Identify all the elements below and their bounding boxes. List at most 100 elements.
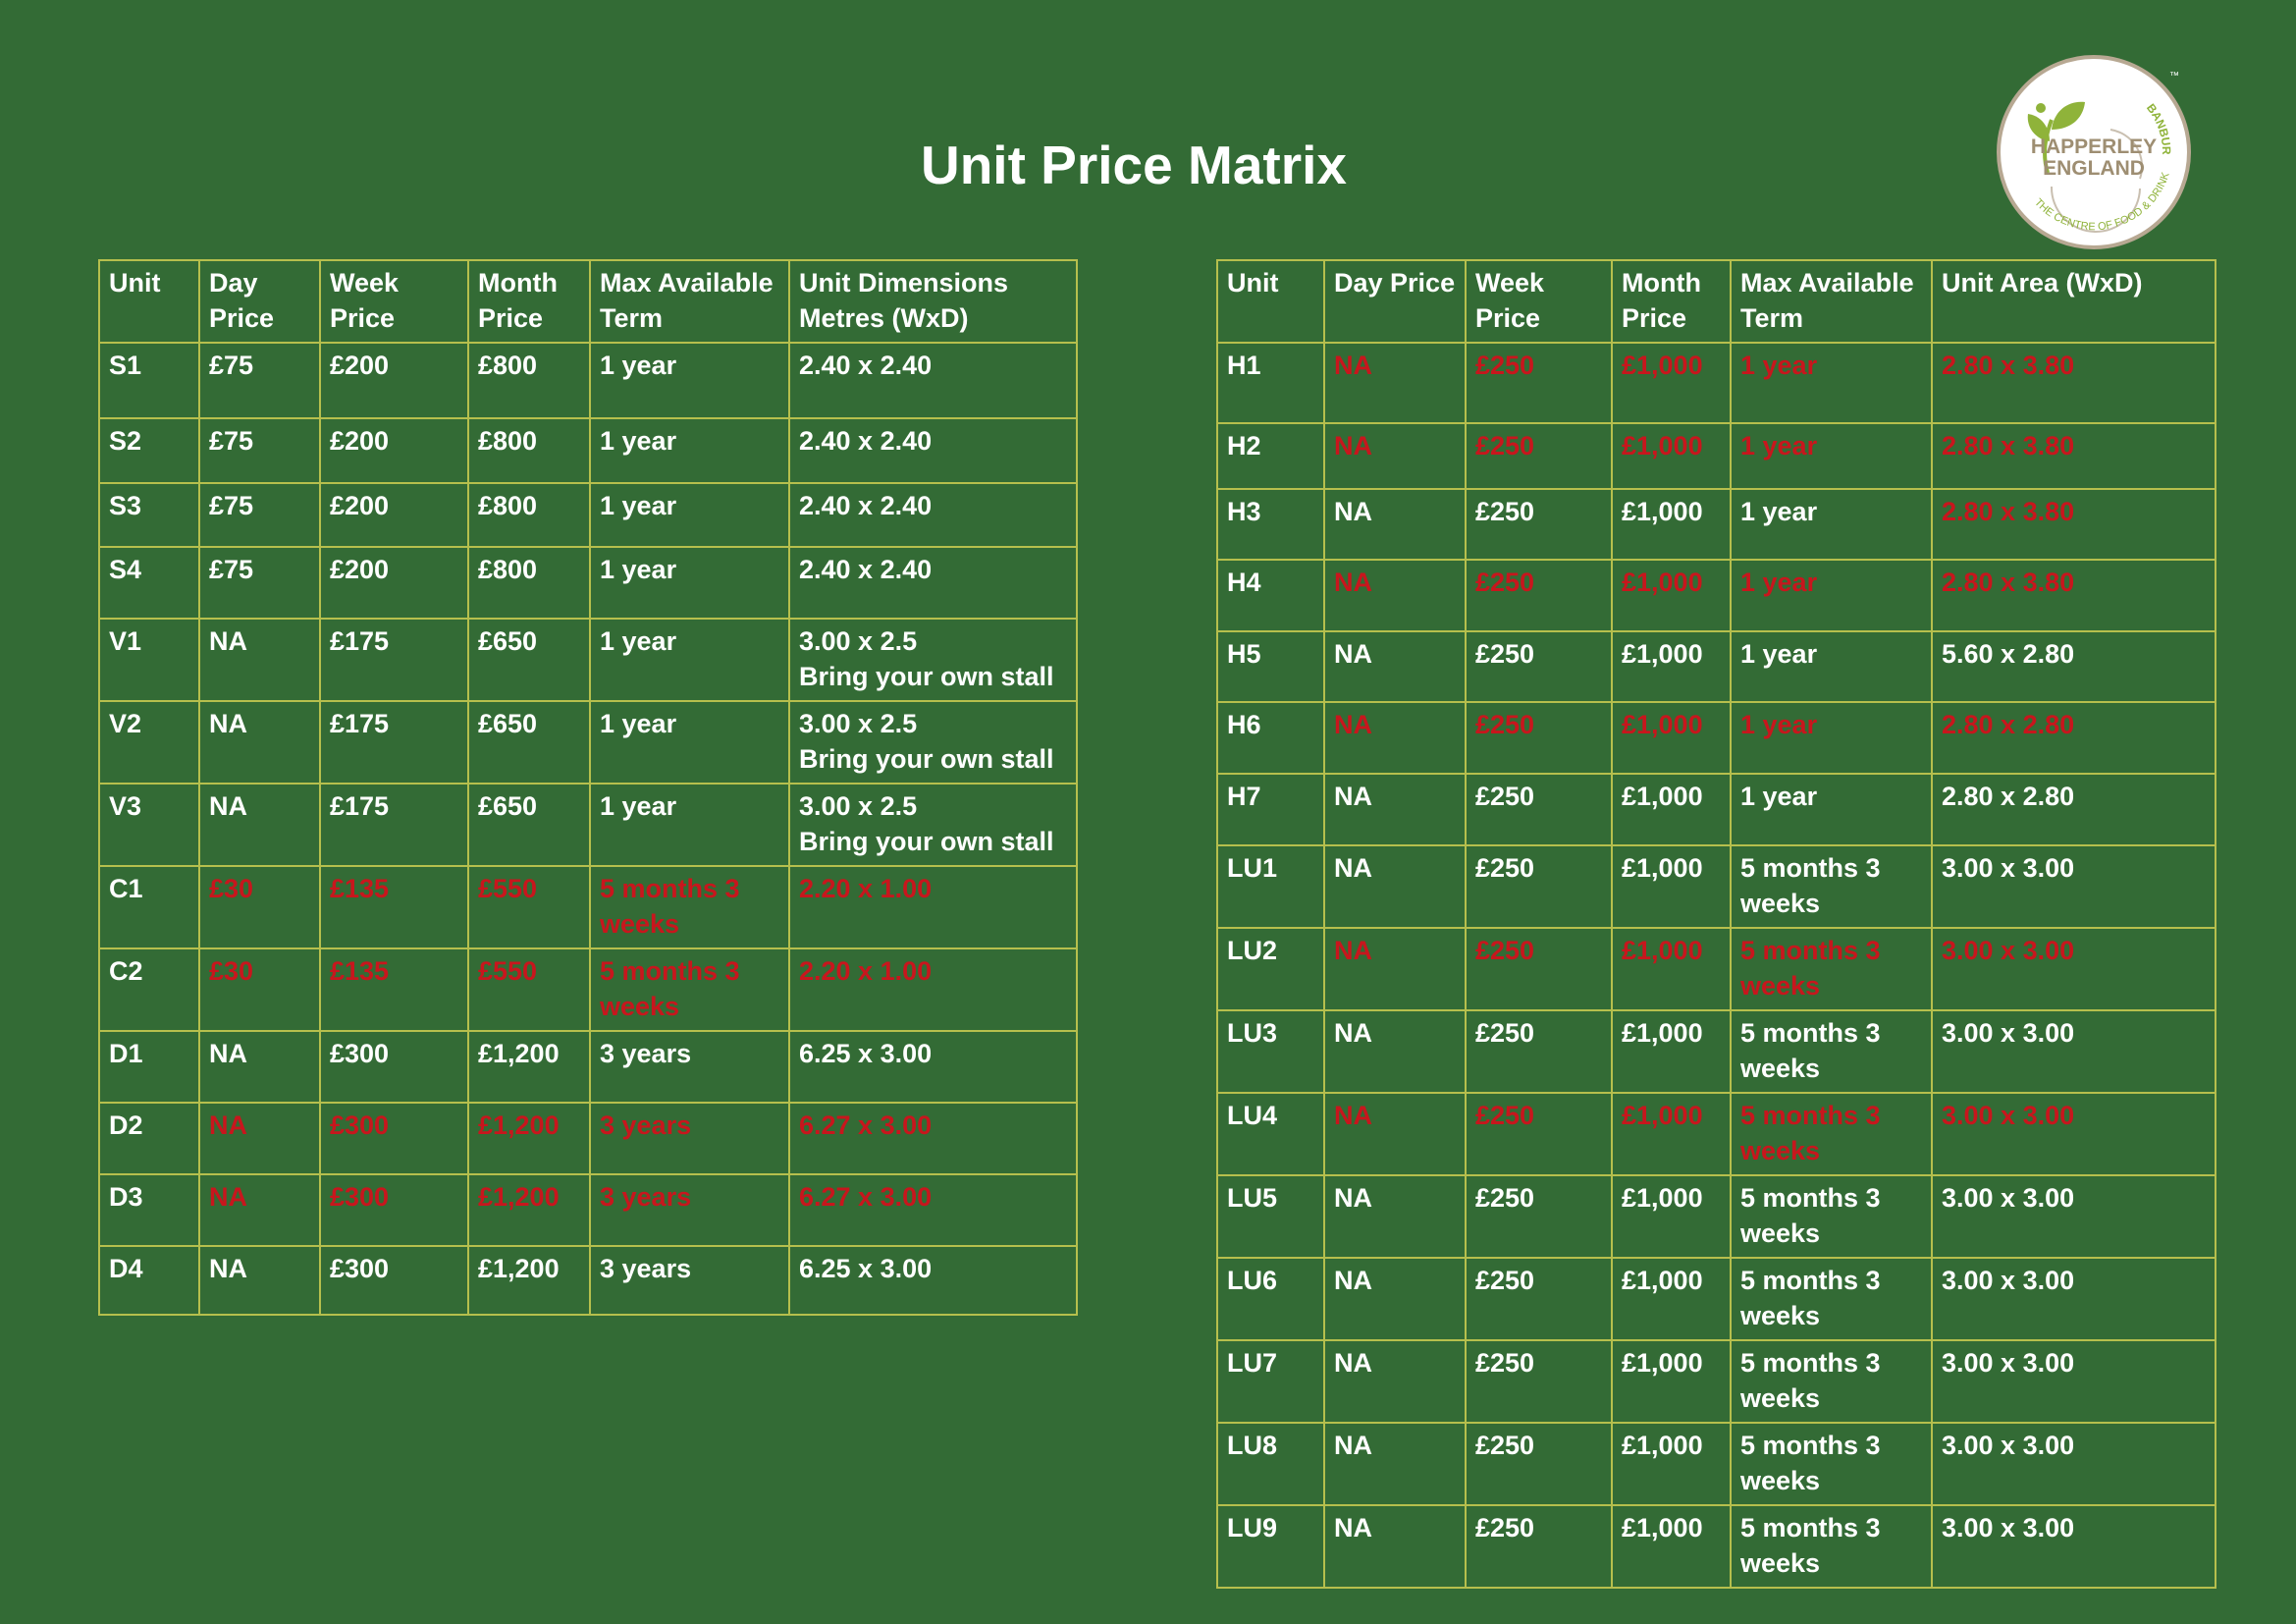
dimensions-cell: 6.27 x 3.00 [788, 1102, 1078, 1175]
max-term-value: 5 months 3 weeks [1740, 853, 1881, 918]
dimensions-value: 3.00 x 3.00 [1942, 1183, 2075, 1213]
page-title: Unit Price Matrix [920, 135, 1347, 195]
month-price-cell: £1,000 [1611, 422, 1732, 490]
max-term-cell: 5 months 3 weeks [1730, 1009, 1933, 1094]
month-price-value: £800 [478, 491, 538, 520]
dimensions-value: 3.00 x 3.00 [1942, 936, 2075, 965]
month-price-value: £1,000 [1622, 351, 1703, 380]
table-row: LU2 NA £250 £1,000 5 months 3 weeks 3.00 x 3.… [1216, 927, 2216, 1011]
dimensions-value: 2.80 x 3.80 [1942, 351, 2075, 380]
month-price-cell: £800 [467, 482, 591, 548]
day-price-cell: NA [1323, 630, 1467, 703]
day-price-value: NA [1334, 1018, 1372, 1048]
table-row: LU7 NA £250 £1,000 5 months 3 weeks 3.00 x 3.… [1216, 1339, 2216, 1424]
month-price-value: £1,200 [478, 1039, 560, 1068]
month-price-value: £1,000 [1622, 1183, 1703, 1213]
week-price-cell: £250 [1465, 927, 1613, 1011]
dimensions-value: 3.00 x 3.00 [1942, 853, 2075, 883]
month-price-value: £1,000 [1622, 853, 1703, 883]
unit-cell: H5 [1216, 630, 1325, 703]
week-price-value: £200 [330, 351, 390, 380]
max-term-value: 5 months 3 weeks [1740, 936, 1881, 1001]
max-term-value: 1 year [600, 426, 677, 456]
dimensions-value: 6.25 x 3.00 [799, 1039, 933, 1068]
month-price-cell: £650 [467, 700, 591, 785]
day-price-value: NA [209, 791, 247, 821]
dimensions-cell: 3.00 x 2.5 Bring your own stall [788, 700, 1078, 785]
dimensions-value: 2.40 x 2.40 [799, 555, 933, 584]
day-price-value: NA [209, 1039, 247, 1068]
day-price-cell: NA [1323, 1504, 1467, 1589]
unit-value: D2 [109, 1110, 143, 1140]
month-price-value: £800 [478, 351, 538, 380]
column-header-month-price: Month Price [1611, 259, 1732, 344]
max-term-cell: 5 months 3 weeks [1730, 927, 1933, 1011]
day-price-cell: NA [1323, 559, 1467, 632]
month-price-cell: £1,000 [1611, 927, 1732, 1011]
max-term-cell: 3 years [589, 1173, 790, 1247]
week-price-cell: £175 [319, 618, 469, 702]
dimensions-value: 2.20 x 1.00 [799, 874, 933, 903]
unit-cell: LU1 [1216, 844, 1325, 929]
month-price-value: £650 [478, 791, 538, 821]
dimensions-value: 2.40 x 2.40 [799, 426, 933, 456]
logo-trademark: ™ [2169, 71, 2179, 81]
day-price-value: NA [1334, 1431, 1372, 1460]
week-price-cell: £250 [1465, 1174, 1613, 1259]
month-price-cell: £1,000 [1611, 1339, 1732, 1424]
max-term-cell: 1 year [1730, 630, 1933, 703]
dimensions-cell: 3.00 x 3.00 [1931, 927, 2216, 1011]
table-row: LU8 NA £250 £1,000 5 months 3 weeks 3.00 x 3.… [1216, 1422, 2216, 1506]
max-term-value: 1 year [1740, 351, 1818, 380]
unit-value: C1 [109, 874, 143, 903]
logo-name-line1: HAPPERLEY [2031, 135, 2157, 158]
unit-cell: S1 [98, 342, 200, 419]
dimensions-cell: 3.00 x 2.5 Bring your own stall [788, 783, 1078, 867]
table-row: D2 NA £300 £1,200 3 years 6.27 x 3.00 [98, 1102, 1078, 1175]
month-price-cell: £1,000 [1611, 844, 1732, 929]
week-price-cell: £250 [1465, 844, 1613, 929]
week-price-value: £250 [1475, 1101, 1535, 1130]
day-price-value: NA [1334, 853, 1372, 883]
week-price-value: £135 [330, 874, 390, 903]
table-row: D1 NA £300 £1,200 3 years 6.25 x 3.00 [98, 1030, 1078, 1104]
max-term-value: 3 years [600, 1182, 692, 1212]
unit-cell: H4 [1216, 559, 1325, 632]
week-price-value: £300 [330, 1254, 390, 1283]
unit-value: H1 [1227, 351, 1261, 380]
month-price-value: £1,000 [1622, 1101, 1703, 1130]
week-price-cell: £250 [1465, 422, 1613, 490]
week-price-value: £300 [330, 1039, 390, 1068]
unit-value: V2 [109, 709, 142, 738]
unit-cell: LU2 [1216, 927, 1325, 1011]
max-term-value: 3 years [600, 1039, 692, 1068]
week-price-cell: £250 [1465, 1422, 1613, 1506]
table-row: LU6 NA £250 £1,000 5 months 3 weeks 3.00 x 3.… [1216, 1257, 2216, 1341]
day-price-cell: NA [1323, 1257, 1467, 1341]
day-price-value: NA [1334, 1266, 1372, 1295]
dimensions-note: Bring your own stall [799, 744, 1054, 774]
table-row: D4 NA £300 £1,200 3 years 6.25 x 3.00 [98, 1245, 1078, 1316]
day-price-value: £75 [209, 351, 254, 380]
max-term-value: 1 year [1740, 497, 1818, 526]
unit-value: D3 [109, 1182, 143, 1212]
day-price-value: NA [209, 626, 247, 656]
unit-cell: LU9 [1216, 1504, 1325, 1589]
max-term-cell: 5 months 3 weeks [1730, 844, 1933, 929]
dimensions-cell: 3.00 x 3.00 [1931, 1009, 2216, 1094]
day-price-value: NA [1334, 497, 1372, 526]
max-term-cell: 5 months 3 weeks [1730, 1092, 1933, 1176]
week-price-cell: £175 [319, 700, 469, 785]
max-term-value: 1 year [1740, 639, 1818, 669]
unit-value: LU4 [1227, 1101, 1278, 1130]
day-price-value: NA [1334, 1101, 1372, 1130]
week-price-cell: £175 [319, 783, 469, 867]
day-price-cell: NA [1323, 1009, 1467, 1094]
unit-cell: V1 [98, 618, 200, 702]
month-price-value: £800 [478, 555, 538, 584]
table-row: S4 £75 £200 £800 1 year 2.40 x 2.40 [98, 546, 1078, 620]
dimensions-cell: 2.80 x 3.80 [1931, 559, 2216, 632]
day-price-cell: NA [1323, 488, 1467, 561]
month-price-cell: £650 [467, 783, 591, 867]
unit-value: H2 [1227, 431, 1261, 460]
